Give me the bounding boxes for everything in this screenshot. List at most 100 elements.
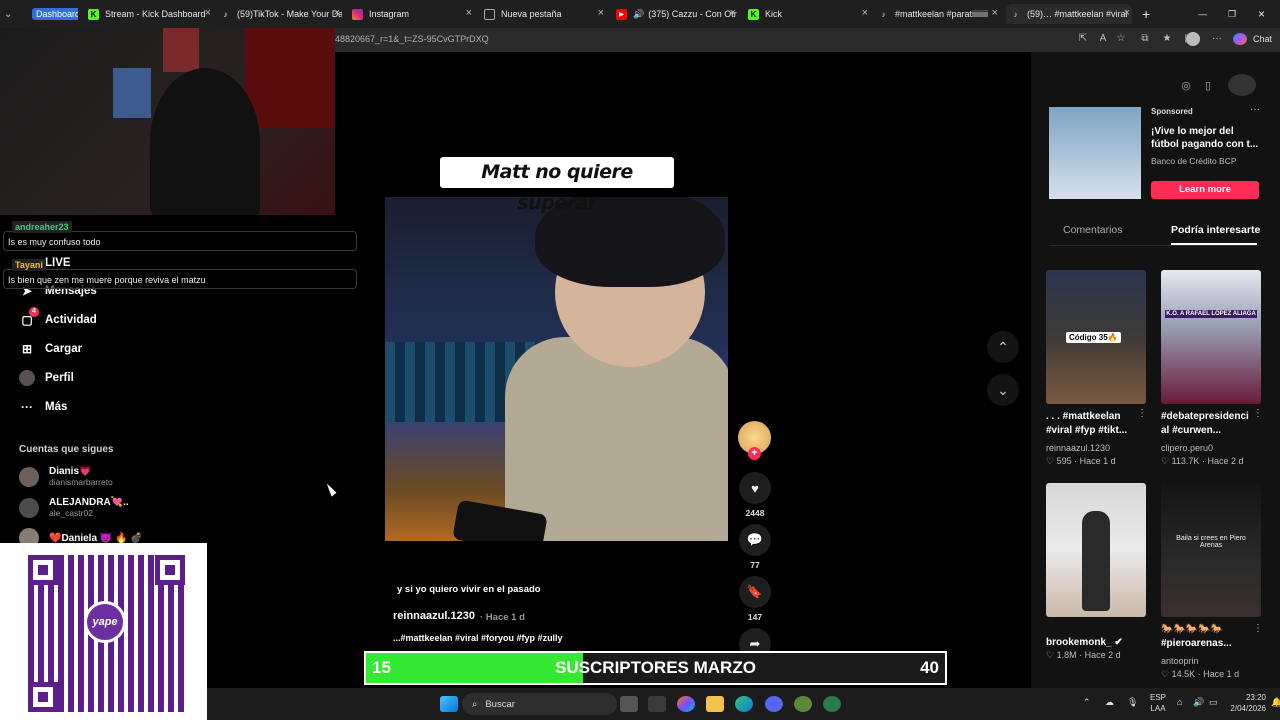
tab-kick-dashboard[interactable]: K Stream - Kick Dashboard × [88, 4, 213, 24]
close-icon[interactable]: × [862, 7, 868, 19]
chevron-down-icon: ⌄ [997, 381, 1009, 398]
video-title[interactable]: . . . #mattkeelan #viral #fyp #tikt... [1046, 410, 1142, 438]
video-thumbnail[interactable]: Código 35🔥 [1046, 270, 1146, 404]
windows-start-icon[interactable] [440, 696, 458, 712]
microphone-icon[interactable]: 🎙 [1127, 697, 1138, 708]
more-icon[interactable]: ⋮ [1137, 408, 1147, 419]
new-tab-button[interactable]: + [1142, 4, 1158, 24]
like-count: 14.5K [1171, 669, 1196, 679]
followed-account[interactable]: Dianis💗 dianismarbarreto [19, 466, 113, 487]
network-icon[interactable]: ⌂ [1177, 697, 1182, 707]
tab-list-button[interactable]: ⌄ [4, 4, 24, 24]
ad-title[interactable]: ¡Vive lo mejor del fútbol pagando con t.… [1151, 125, 1261, 151]
video-author[interactable]: antooprin [1161, 656, 1199, 666]
followed-account[interactable]: ALEJANDRA💘.. ale_castr02 [19, 497, 129, 518]
store-icon[interactable] [648, 696, 666, 712]
yape-qr-code: yape [0, 543, 207, 720]
right-panel: ◎ ▯ Sponsored ··· ¡Vive lo mejor del fút… [1031, 52, 1280, 688]
video-player[interactable] [385, 197, 728, 541]
open-in-app-icon[interactable]: ⇱ [1077, 33, 1089, 45]
like-button[interactable]: ♥ [739, 472, 771, 504]
comment-icon: 💬 [746, 532, 764, 547]
learn-more-button[interactable]: Learn more [1151, 181, 1259, 199]
close-icon[interactable]: × [992, 7, 998, 19]
star-icon[interactable]: ☆ [1115, 33, 1127, 45]
video-title[interactable]: #debatepresidenci al #curwen... [1161, 410, 1257, 438]
task-view-icon[interactable] [620, 696, 638, 712]
next-video-button[interactable]: ⌄ [987, 374, 1019, 406]
kick-icon: K [88, 8, 99, 20]
tab-youtube[interactable]: ▶ 🔊 (375) Cazzu - Con Otr × [616, 4, 738, 24]
phone-icon[interactable]: ▯ [1194, 74, 1222, 96]
translate-icon[interactable]: A [1097, 33, 1109, 45]
app-icon[interactable] [794, 696, 812, 712]
tab-kick[interactable]: K Kick × [748, 4, 870, 24]
ad-thumbnail[interactable] [1049, 107, 1141, 199]
tab-instagram[interactable]: Instagram × [352, 4, 474, 24]
like-count: 113.7K [1171, 456, 1200, 466]
tab-comments[interactable]: Comentarios [1063, 224, 1123, 236]
video-hashtags[interactable]: ...#mattkeelan #viral #foryou #fyp #zull… [393, 633, 563, 643]
video-thumbnail[interactable] [1046, 483, 1146, 617]
favorites-icon[interactable]: ★ [1161, 33, 1173, 45]
extensions-icon[interactable]: ⧉ [1139, 33, 1151, 45]
video-title[interactable]: 🐎🐎🐎🐎🐎 #pieroarenas... [1161, 623, 1257, 651]
more-icon[interactable]: ⋮ [1253, 408, 1263, 419]
battery-icon[interactable]: ▭ [1209, 697, 1218, 708]
minimize-button[interactable]: — [1198, 4, 1210, 24]
clock[interactable]: 23:20 2/04/2026 [1222, 692, 1266, 714]
inbox-icon: ▢ 4 [19, 307, 39, 328]
video-author[interactable]: clipero.peru0 [1161, 443, 1213, 453]
video-title[interactable]: brookemonk_ ✔ [1046, 636, 1142, 650]
video-author[interactable]: reinnaazul.1230 [1046, 443, 1110, 453]
volume-icon[interactable]: 🔊 [1193, 697, 1204, 708]
file-explorer-icon[interactable] [706, 696, 724, 712]
close-icon[interactable]: × [598, 7, 604, 19]
account-handle: dianismarbarreto [49, 477, 113, 487]
tab-tiktok-active[interactable]: ♪ (59)… #mattkeelan #viral × [1006, 4, 1132, 24]
copilot-icon[interactable] [1233, 33, 1247, 45]
sidebar-item-profile[interactable]: Perfil [19, 370, 74, 386]
edge-icon[interactable] [735, 696, 753, 712]
more-icon[interactable]: ⋮ [1253, 623, 1263, 634]
tab-new-tab[interactable]: Nueva pestaña × [484, 4, 606, 24]
copilot-icon[interactable] [677, 696, 695, 712]
chat-button[interactable]: Chat [1253, 34, 1272, 44]
sidebar-item-activity[interactable]: ▢ 4 Actividad [19, 307, 97, 328]
obs-icon[interactable] [823, 696, 841, 712]
tab-suggested[interactable]: Podría interesarte [1171, 224, 1260, 236]
cloud-icon[interactable]: ☁ [1105, 697, 1114, 708]
language-indicator[interactable]: ESP LAA [1150, 692, 1166, 714]
close-icon[interactable]: × [466, 7, 472, 19]
restore-button[interactable]: ❐ [1228, 4, 1240, 24]
profile-avatar[interactable] [1228, 74, 1256, 96]
url-field[interactable]: 48820667_r=1&_t=ZS-95CvGTPrDXQ [335, 34, 489, 44]
save-button[interactable]: 🔖 [739, 576, 771, 608]
video-thumbnail[interactable]: Baila si crees en Piero Arenas [1161, 483, 1261, 617]
previous-video-button[interactable]: ⌃ [987, 331, 1019, 363]
webcam-overlay [0, 28, 335, 215]
close-icon[interactable]: × [1124, 7, 1130, 19]
close-icon[interactable]: × [730, 7, 736, 19]
tab-dashboard[interactable]: Dashboard [32, 4, 78, 24]
tab-tiktok-paratii[interactable]: ♪ #mattkeelan #paratiiiiiiii × [878, 4, 1000, 24]
close-window-button[interactable]: × [1258, 4, 1270, 24]
comment-button[interactable]: 💬 [739, 524, 771, 556]
tab-tiktok[interactable]: ♪ (59)TikTok - Make Your Da × [220, 4, 343, 24]
notifications-icon[interactable]: 🔔 [1271, 697, 1280, 708]
video-author[interactable]: reinnaazul.1230 [393, 610, 475, 622]
follow-button[interactable]: + [748, 447, 761, 460]
sidebar-item-more[interactable]: ··· Más [19, 399, 67, 415]
video-thumbnail[interactable]: K.O. A RAFAEL LÓPEZ ALIAGA [1161, 270, 1261, 404]
sidebar-item-upload[interactable]: ⊞ Cargar [19, 341, 82, 357]
taskbar-search[interactable]: ⌕ Buscar [462, 693, 617, 715]
profile-avatar[interactable] [1186, 32, 1200, 46]
tiktok-sidebar: ▭ LIVE ➤ Mensajes ▢4 Actividad ⊞ Cargar … [0, 215, 335, 545]
chevron-up-icon[interactable]: ⌃ [1083, 697, 1091, 708]
close-icon[interactable]: × [334, 7, 340, 19]
close-icon[interactable]: × [205, 7, 211, 19]
discord-icon[interactable] [765, 696, 783, 712]
chat-message: Is es muy confuso todo [3, 231, 357, 251]
more-icon[interactable]: ··· [1250, 104, 1260, 115]
more-options-icon[interactable]: ··· [1211, 33, 1223, 45]
